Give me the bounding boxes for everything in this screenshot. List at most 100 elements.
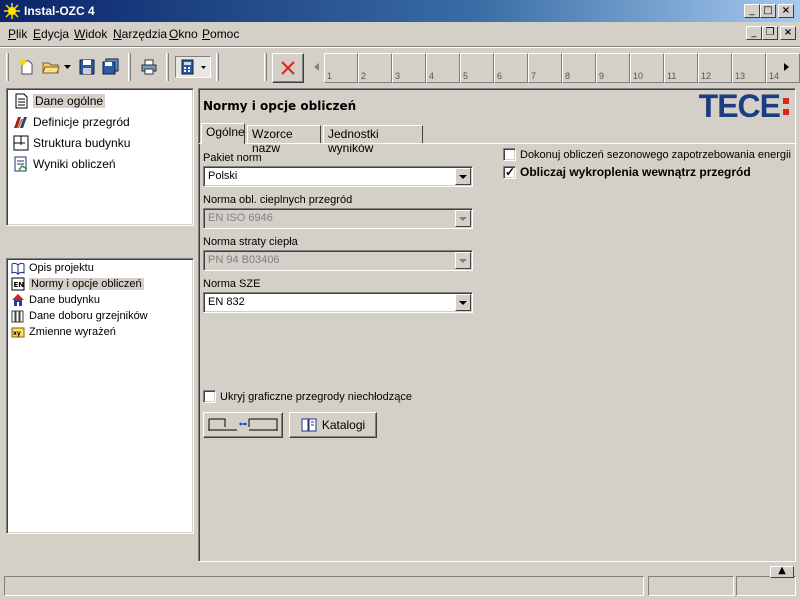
checkmark-icon: ✓ <box>505 164 516 179</box>
status-cell-3 <box>736 576 796 596</box>
field-label-norma-obl: Norma obl. cieplnych przegród <box>203 194 353 206</box>
svg-text:xy: xy <box>13 330 21 337</box>
mdi-minimize-button[interactable]: _ <box>746 26 762 40</box>
mdi-close-button[interactable]: × <box>780 26 796 40</box>
level-number: 8 <box>565 71 571 81</box>
open-folder-icon[interactable] <box>40 56 62 78</box>
radiator-icon <box>11 309 25 323</box>
catalog-book-icon <box>301 417 317 433</box>
nav-item-definicje-przegrod[interactable]: Definicje przegród <box>13 113 130 131</box>
toolbar-separator <box>216 53 219 81</box>
close-button[interactable]: × <box>778 4 794 18</box>
level-number: 7 <box>531 71 537 81</box>
nav-item-zmienne-wyrazen[interactable]: xy Zmienne wyrażeń <box>11 324 116 340</box>
menu-okno[interactable]: Okno <box>169 27 198 41</box>
content-panel: Normy i opcje obliczeń TECE Ogólne Wzorc… <box>198 88 797 563</box>
level-number: 2 <box>361 71 367 81</box>
tab-content: Pakiet norm Polski Norma obl. cieplnych … <box>199 143 797 563</box>
status-cell-2 <box>648 576 734 596</box>
svg-text:EN: EN <box>14 281 25 289</box>
nav-item-opis-projektu[interactable]: Opis projektu <box>11 260 94 276</box>
book-icon <box>11 261 25 276</box>
nav-item-struktura-budynku[interactable]: Struktura budynku <box>13 134 130 152</box>
nav-item-dane-doboru[interactable]: Dane doboru grzejników <box>11 308 148 324</box>
level-cell[interactable]: 3 <box>392 53 426 83</box>
toolbar-grip[interactable] <box>6 53 9 81</box>
menu-pomoc[interactable]: Pomoc <box>202 27 239 41</box>
toolbar-grip[interactable] <box>264 53 267 81</box>
window-title: Instal-OZC 4 <box>24 4 95 18</box>
level-number: 3 <box>395 71 401 81</box>
tece-logo: TECE <box>699 90 789 122</box>
main-nav-panel: Dane ogólne Definicje przegród Struktura… <box>6 88 194 226</box>
norma-obl-select: EN ISO 6946 <box>203 208 473 229</box>
nav-item-normy-i-opcje[interactable]: EN Normy i opcje obliczeń <box>11 276 144 292</box>
title-bar: Instal-OZC 4 _ □ × <box>0 0 800 22</box>
chevron-down-icon <box>455 210 471 227</box>
level-cell[interactable]: 2 <box>358 53 392 83</box>
en-standard-icon: EN <box>11 277 25 291</box>
save-icon[interactable] <box>76 56 98 78</box>
chevron-down-icon[interactable] <box>455 168 471 185</box>
level-cell[interactable]: 7 <box>528 53 562 83</box>
menu-widok[interactable]: Widok <box>74 27 107 41</box>
app-sun-icon <box>4 3 20 19</box>
nav-item-dane-ogolne[interactable]: Dane ogólne <box>13 92 106 110</box>
tab-wzorce-nazw[interactable]: Wzorce nazw <box>247 125 321 155</box>
catalogs-button[interactable]: Katalogi <box>289 412 377 438</box>
field-label-pakiet: Pakiet norm <box>203 152 262 164</box>
results-icon <box>13 156 29 172</box>
panel-toggle-button[interactable]: ▲ <box>770 566 794 578</box>
scroll-right-arrow-icon[interactable] <box>780 56 792 78</box>
menu-plik[interactable]: Plik <box>8 27 27 41</box>
chevron-down-icon[interactable] <box>455 294 471 311</box>
chevron-down-icon <box>455 252 471 269</box>
scroll-left-arrow-icon[interactable] <box>310 56 322 78</box>
print-icon[interactable] <box>138 56 160 78</box>
level-cell[interactable]: 5 <box>460 53 494 83</box>
level-cell[interactable]: 11 <box>664 53 698 83</box>
new-file-icon[interactable] <box>16 56 38 78</box>
nav-item-wyniki-obliczen[interactable]: Wyniki obliczeń <box>13 155 116 173</box>
norma-sze-select[interactable]: EN 832 <box>203 292 473 313</box>
walls-icon <box>13 114 29 130</box>
level-cell[interactable]: 13 <box>732 53 766 83</box>
pakiet-norm-select[interactable]: Polski <box>203 166 473 187</box>
level-cell[interactable]: 1 <box>324 53 358 83</box>
open-dropdown-icon[interactable] <box>62 56 72 78</box>
delete-icon[interactable] <box>272 53 304 83</box>
level-cell[interactable]: 9 <box>596 53 630 83</box>
save-all-icon[interactable] <box>100 56 122 78</box>
toolbar-separator <box>128 53 131 81</box>
level-number: 6 <box>497 71 503 81</box>
nav-item-dane-budynku[interactable]: Dane budynku <box>11 292 100 308</box>
level-cell[interactable]: 10 <box>630 53 664 83</box>
level-cell[interactable]: 12 <box>698 53 732 83</box>
tab-ogolne[interactable]: Ogólne <box>201 123 245 144</box>
wall-dimensions-button[interactable] <box>203 412 283 438</box>
mdi-restore-button[interactable]: ❐ <box>762 26 778 40</box>
maximize-button[interactable]: □ <box>760 4 776 18</box>
calculator-dropdown-button[interactable] <box>175 56 211 78</box>
level-number: 5 <box>463 71 469 81</box>
level-number: 11 <box>667 71 677 81</box>
floor-plan-icon <box>13 135 29 151</box>
document-icon <box>13 93 29 109</box>
seasonal-energy-checkbox[interactable]: Dokonuj obliczeń sezonowego zapotrzebowa… <box>503 148 791 161</box>
field-label-norma-sze: Norma SZE <box>203 278 261 290</box>
level-number: 4 <box>429 71 435 81</box>
level-number: 9 <box>599 71 605 81</box>
minimize-button[interactable]: _ <box>744 4 760 18</box>
menu-narzedzia[interactable]: Narzędzia <box>113 27 167 41</box>
toolbar: 1 2 3 4 5 6 7 8 9 10 11 12 13 14 <box>0 46 800 86</box>
level-cell[interactable]: 8 <box>562 53 596 83</box>
tab-jednostki-wynikow[interactable]: Jednostki wyników <box>323 125 423 155</box>
status-bar: ▲ <box>0 566 800 600</box>
condensation-checkbox[interactable]: ✓ Obliczaj wykroplenia wewnątrz przegród <box>503 165 751 179</box>
hide-graphic-walls-checkbox[interactable]: Ukryj graficzne przegrody niechłodzące <box>203 390 412 403</box>
menu-edycja[interactable]: Edycja <box>33 27 69 41</box>
level-number: 13 <box>735 71 746 81</box>
level-cell[interactable]: 6 <box>494 53 528 83</box>
house-icon <box>11 293 25 307</box>
level-cell[interactable]: 4 <box>426 53 460 83</box>
